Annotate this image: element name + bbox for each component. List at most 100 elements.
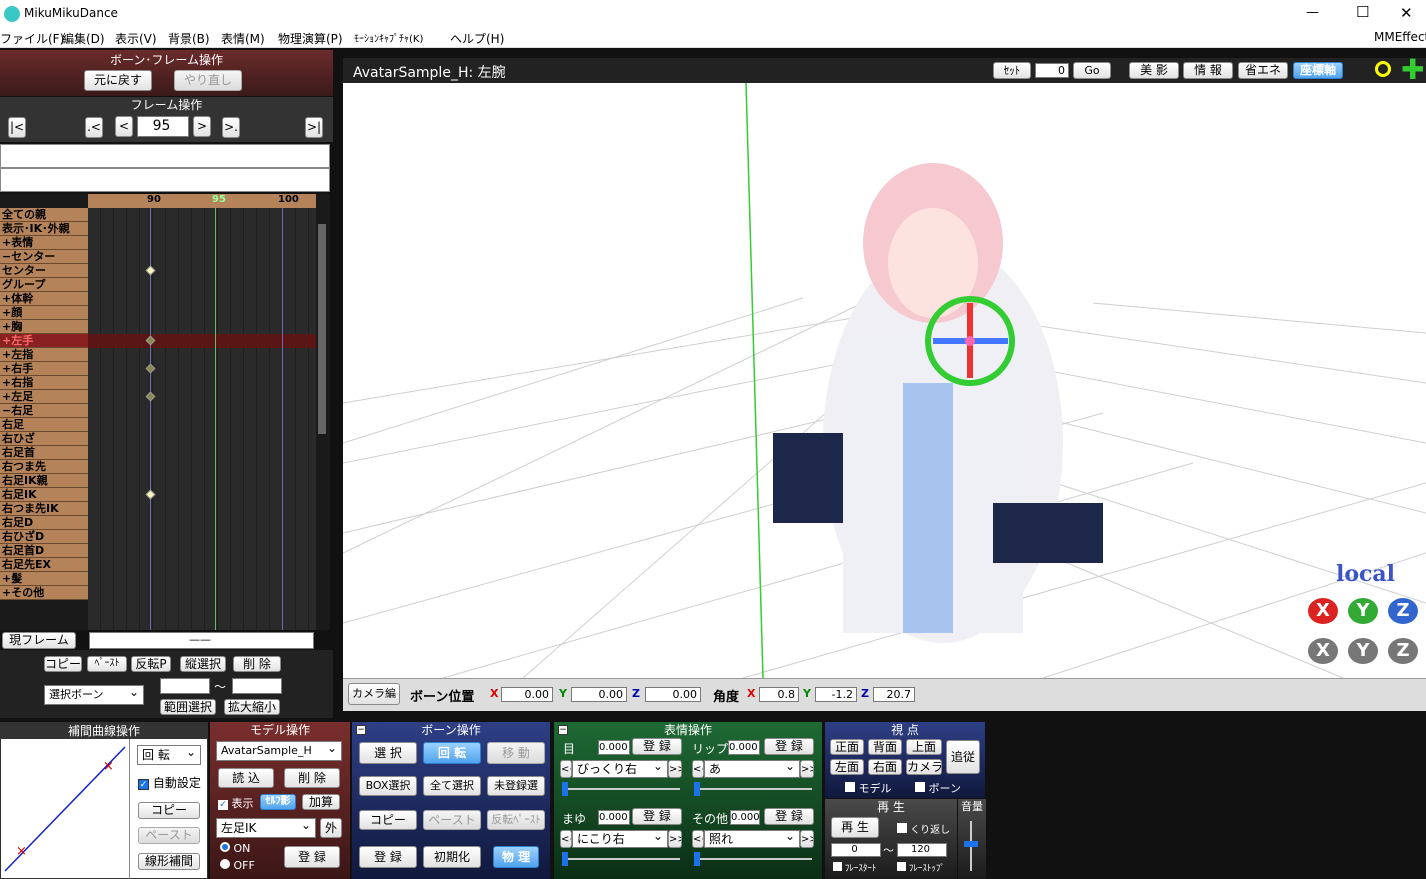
frame-number-input[interactable]: 95 — [137, 116, 189, 137]
close-icon[interactable]: ✕ — [1400, 4, 1413, 22]
menu-expression[interactable]: 表情(M) — [221, 30, 265, 47]
view-right-button[interactable]: 右面 — [868, 759, 902, 775]
next-frame-button[interactable]: > — [193, 116, 211, 137]
off-radio[interactable]: OFF — [220, 859, 255, 872]
minimize-icon[interactable]: — — [1306, 5, 1319, 20]
other-value[interactable]: 0.000 — [730, 810, 760, 825]
brow-morph-dropdown[interactable]: にこり右 — [572, 830, 668, 848]
box-select-button[interactable]: BOX選択 — [359, 776, 417, 796]
view-back-button[interactable]: 背面 — [868, 739, 902, 755]
bone-select-button[interactable]: 選 択 — [359, 742, 417, 764]
follow-button[interactable]: 追従 — [946, 740, 980, 774]
range-start-input[interactable] — [160, 678, 210, 694]
power-save-button[interactable]: 省エネ — [1238, 62, 1288, 79]
brow-slider[interactable] — [562, 852, 680, 866]
timeline-row-label[interactable]: −右足 — [0, 404, 88, 418]
move-cross-icon[interactable]: ✚ — [1401, 53, 1424, 86]
unregistered-select-button[interactable]: 未登録選 — [487, 776, 545, 796]
brow-register-button[interactable]: 登 録 — [632, 808, 682, 825]
coord-axis-button[interactable]: 座標軸 — [1293, 62, 1343, 79]
axis-x-icon[interactable]: X — [1308, 598, 1338, 624]
interp-type-dropdown[interactable]: 回 転 — [137, 745, 201, 765]
model-register-button[interactable]: 登 録 — [284, 846, 340, 868]
range-end-input[interactable] — [232, 678, 282, 694]
bone-physics-button[interactable]: 物 理 — [493, 846, 539, 868]
menu-mmeffect[interactable]: MMEffect — [1374, 30, 1426, 44]
timeline-row-label[interactable]: +左指 — [0, 348, 88, 362]
model-view-checkbox[interactable]: モデル — [845, 780, 892, 796]
timeline-scrollbar[interactable] — [318, 224, 326, 434]
bone-view-checkbox[interactable]: ボーン — [915, 780, 961, 796]
camera-edit-button[interactable]: カメラ編 — [348, 683, 400, 705]
timeline-row-label[interactable]: +その他 — [0, 586, 88, 600]
bone-copy-button[interactable]: コピー — [359, 810, 417, 830]
redo-button[interactable]: やり直し — [174, 70, 242, 91]
timeline-row-label[interactable]: 右足IK親 — [0, 474, 88, 488]
timeline-row-label[interactable]: 右ひざ — [0, 432, 88, 446]
timeline-row-label[interactable]: +髪 — [0, 572, 88, 586]
ang-z-input[interactable]: 20.7 — [873, 687, 915, 702]
other-next-button[interactable]: >> — [800, 830, 814, 848]
bone-move-button[interactable]: 移 動 — [487, 742, 545, 764]
view-left-button[interactable]: 左面 — [830, 759, 864, 775]
bone-flip-paste-button[interactable]: 反転ﾍﾟｰｽﾄ — [487, 810, 545, 830]
interp-paste-button[interactable]: ペースト — [138, 827, 200, 844]
auto-setting-checkbox[interactable]: ✓ 自動設定 — [138, 774, 201, 791]
bone-register-button[interactable]: 登 録 — [359, 846, 417, 868]
self-shadow-button[interactable]: ｾﾙﾌ影 — [260, 794, 296, 810]
timeline-row-label[interactable]: 右足IK — [0, 488, 88, 502]
outer-parent-button[interactable]: 外 — [320, 818, 342, 838]
last-frame-button[interactable]: >| — [305, 117, 323, 138]
bone-dropdown[interactable]: 左足IK — [216, 818, 316, 838]
pos-x-input[interactable]: 0.00 — [501, 687, 553, 702]
magnifier-icon[interactable] — [1375, 61, 1391, 77]
brow-next-button[interactable]: >> — [668, 830, 682, 848]
timeline-row-label[interactable]: 右ひざD — [0, 530, 88, 544]
timeline-row-label[interactable]: 右足首D — [0, 544, 88, 558]
timeline-row-label[interactable]: +体幹 — [0, 292, 88, 306]
axis-z-global-icon[interactable]: Z — [1388, 638, 1418, 664]
timeline-row-label[interactable]: 右足首 — [0, 446, 88, 460]
volume-slider[interactable] — [964, 821, 978, 871]
shadow-button[interactable]: 美 影 — [1129, 62, 1179, 79]
other-slider[interactable] — [694, 852, 812, 866]
timeline-row-label[interactable]: 右つま先IK — [0, 502, 88, 516]
zoom-button[interactable]: 拡大縮小 — [224, 699, 280, 715]
menu-edit[interactable]: 編集(D) — [62, 30, 105, 47]
menu-physics[interactable]: 物理演算(P) — [278, 30, 343, 47]
timeline-row-label[interactable]: +右指 — [0, 376, 88, 390]
paste-frame-button[interactable]: ﾍﾟｰｽﾄ — [87, 656, 127, 672]
menu-help[interactable]: ヘルプ(H) — [450, 30, 504, 47]
pos-y-input[interactable]: 0.00 — [571, 687, 627, 702]
timeline-row-label[interactable]: +左手 — [0, 334, 88, 348]
bone-init-button[interactable]: 初期化 — [423, 846, 481, 868]
range-select-button[interactable]: 範囲選択 — [160, 699, 216, 715]
delete-frame-button[interactable]: 削 除 — [233, 656, 281, 672]
lip-value[interactable]: 0.000 — [728, 740, 760, 755]
brow-prev-button[interactable]: << — [560, 830, 572, 848]
timeline-row-label[interactable]: −センター — [0, 250, 88, 264]
eye-register-button[interactable]: 登 録 — [632, 738, 682, 755]
timeline-row-label[interactable]: +左足 — [0, 390, 88, 404]
set-button[interactable]: ｾｯﾄ — [993, 62, 1031, 79]
view-camera-button[interactable]: カメラ — [906, 759, 942, 775]
axis-y-global-icon[interactable]: Y — [1348, 638, 1378, 664]
view-front-button[interactable]: 正面 — [830, 739, 864, 755]
timeline-row-label[interactable]: センター — [0, 264, 88, 278]
copy-frame-button[interactable]: コピー — [44, 656, 82, 672]
on-radio[interactable]: ON — [220, 842, 250, 855]
eye-slider[interactable] — [562, 782, 680, 796]
timeline-row-label[interactable]: 全ての親 — [0, 208, 88, 222]
brow-value[interactable]: 0.000 — [598, 810, 630, 825]
play-from-input[interactable]: 0 — [831, 843, 881, 857]
frame-start-checkbox[interactable]: ﾌﾚｰｽﾀｰﾄ — [833, 861, 876, 874]
timeline-row-label[interactable]: +胸 — [0, 320, 88, 334]
axis-y-icon[interactable]: Y — [1348, 598, 1378, 624]
menu-background[interactable]: 背景(B) — [168, 30, 210, 47]
lip-next-button[interactable]: >> — [800, 760, 814, 778]
current-frame-label[interactable]: 現フレーム — [2, 632, 76, 649]
additive-button[interactable]: 加算 — [302, 794, 340, 810]
timeline-row-label[interactable]: +表情 — [0, 236, 88, 250]
bone-paste-button[interactable]: ペースト — [423, 810, 481, 830]
other-morph-dropdown[interactable]: 照れ — [704, 830, 800, 848]
